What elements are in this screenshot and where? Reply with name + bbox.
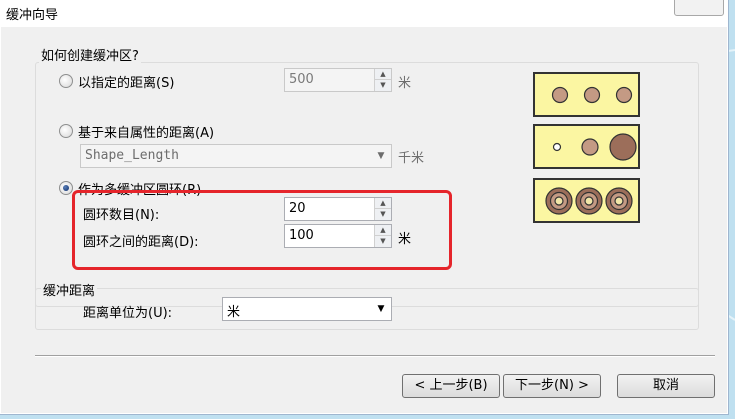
distance-unit-label: 距离单位为(U): bbox=[83, 306, 173, 321]
buffer-wizard-dialog: 缓冲向导 如何创建缓冲区? 以指定的距离(S) 500 ▲ ▼ 米 基于来自属性… bbox=[0, 0, 729, 415]
preview-multiple-rings bbox=[533, 178, 640, 223]
distance-value: 500 bbox=[289, 72, 314, 87]
close-button[interactable] bbox=[674, 0, 724, 16]
radio-specified-distance[interactable] bbox=[59, 74, 73, 88]
attribute-unit: 千米 bbox=[398, 151, 425, 166]
cancel-button[interactable]: 取消 bbox=[617, 374, 715, 398]
attribute-field-value: Shape_Length bbox=[85, 148, 179, 163]
distance-stepper[interactable]: 500 ▲ ▼ bbox=[284, 68, 392, 92]
multiple-rings-circles-icon bbox=[545, 187, 633, 215]
buffer-distance-legend: 缓冲距离 bbox=[41, 280, 98, 299]
attribute-distance-label: 基于来自属性的距离(A) bbox=[78, 126, 215, 141]
separator-line bbox=[35, 355, 715, 357]
radio-attribute-distance[interactable] bbox=[59, 124, 73, 138]
specified-distance-label: 以指定的距离(S) bbox=[78, 76, 175, 91]
preview-fixed-distance bbox=[533, 72, 640, 117]
chevron-down-icon: ▼ bbox=[377, 151, 385, 161]
next-button[interactable]: 下一步(N) > bbox=[503, 374, 601, 398]
attribute-distance-circles-icon bbox=[552, 133, 637, 161]
create-buffer-legend: 如何创建缓冲区? bbox=[39, 45, 141, 64]
spin-up-icon[interactable]: ▲ bbox=[375, 69, 391, 80]
back-button[interactable]: < 上一步(B) bbox=[402, 374, 500, 398]
distance-unit: 米 bbox=[398, 76, 412, 91]
highlight-box bbox=[72, 190, 452, 270]
chevron-down-icon: ▼ bbox=[377, 304, 385, 314]
distance-unit-value: 米 bbox=[227, 305, 241, 320]
attribute-field-select[interactable]: Shape_Length ▼ bbox=[80, 144, 392, 168]
preview-attribute-distance bbox=[533, 124, 640, 169]
radio-multiple-rings[interactable] bbox=[59, 181, 73, 195]
spin-down-icon[interactable]: ▼ bbox=[375, 80, 391, 91]
distance-unit-select[interactable]: 米 ▼ bbox=[222, 297, 392, 321]
title-bar: 缓冲向导 bbox=[0, 0, 728, 26]
window-title: 缓冲向导 bbox=[6, 8, 59, 23]
fixed-distance-circles-icon bbox=[551, 86, 633, 104]
